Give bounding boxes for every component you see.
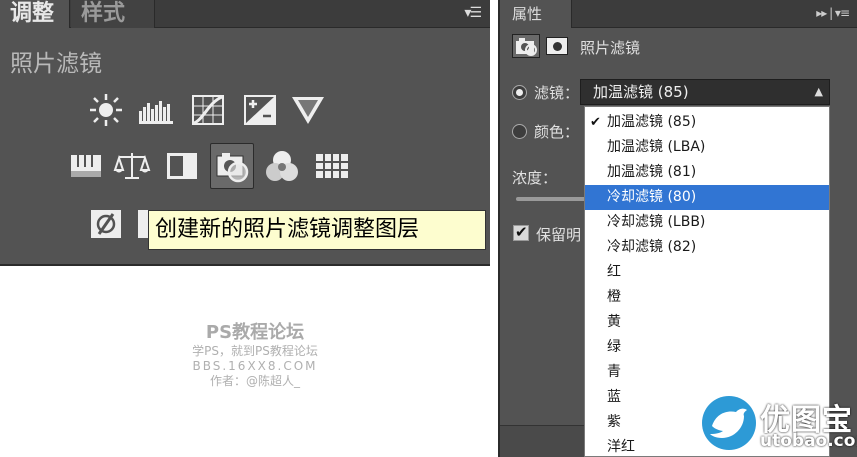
levels-icon[interactable] [136,90,176,130]
properties-panel: 属性 ▸▸ | ▾≡ 照片滤镜 滤镜： 加温滤镜 (85) ▲▼ 颜色： 浓度：… [498,0,857,457]
panel-tabbar: 调整 样式 ▾☰ [0,0,490,28]
watermark-slogan: 学PS，就到PS教程论坛 [192,344,318,358]
adjustments-panel: 调整 样式 ▾☰ 照片滤镜 创建新的照片滤镜调整图层 [0,0,490,266]
dropdown-item[interactable]: 橙 [585,285,829,310]
mask-icon[interactable] [546,37,568,55]
color-label: 颜色： [534,123,580,141]
watermark: PS教程论坛 学PS，就到PS教程论坛 BBS.16XX8.COM 作者：@陈超… [160,318,350,389]
dropdown-item[interactable]: 红 [585,260,829,285]
watermark-url: BBS.16XX8.COM [192,359,318,373]
checkmark-icon: ✔ [515,223,528,241]
curves-icon[interactable] [188,90,228,130]
dropdown-item[interactable]: 冷却滤镜 (LBB) [585,210,829,235]
dropdown-item[interactable]: 黄 [585,310,829,335]
panel-tabbar: 属性 ▸▸ | ▾≡ [500,0,857,28]
panel-title: 照片滤镜 [10,51,102,77]
filter-select[interactable]: 加温滤镜 (85) ▲▼ [580,79,830,122]
tab-adjustments[interactable]: 调整 [0,0,70,28]
density-slider[interactable] [516,197,586,201]
panel-header-label: 照片滤镜 [580,39,641,57]
density-label: 浓度： [512,169,558,187]
dropdown-item-highlighted[interactable]: 冷却滤镜 (80) [585,185,829,210]
panel-footer [500,425,584,457]
black-white-icon[interactable] [162,146,202,186]
hue-saturation-icon[interactable] [66,146,106,186]
watermark-title: PS教程论坛 [205,322,305,343]
brightness-contrast-icon[interactable] [86,90,126,130]
dropdown-item[interactable]: 绿 [585,335,829,360]
filter-select-value: 加温滤镜 (85) [593,83,689,101]
dropdown-item[interactable]: 加温滤镜 (81) [585,160,829,185]
filter-radio[interactable] [512,85,527,100]
dropdown-item[interactable]: ✔ 加温滤镜 (85) [585,110,829,135]
invert-icon[interactable] [86,204,126,244]
logo-url: utobao.com [760,431,857,451]
photo-filter-icon[interactable] [210,143,254,189]
color-lookup-icon[interactable] [312,146,352,186]
preserve-luminosity-checkbox[interactable]: ✔ [513,223,529,241]
color-radio[interactable] [512,124,527,139]
vibrance-icon[interactable] [288,90,328,130]
photo-filter-header-icon [512,34,540,58]
dropdown-item[interactable]: 冷却滤镜 (82) [585,235,829,260]
color-balance-icon[interactable] [112,146,152,186]
tab-styles[interactable]: 样式 [71,0,155,28]
panel-menu-icon[interactable]: ▾☰ [464,5,482,21]
preserve-luminosity-label: 保留明 [536,226,582,244]
tab-properties[interactable]: 属性 [500,0,572,28]
watermark-author: 作者：@陈超人_ [209,374,300,388]
filter-label: 滤镜： [534,84,580,102]
panel-menu-icon[interactable]: ▸▸ | ▾≡ [816,6,850,20]
tooltip: 创建新的照片滤镜调整图层 [148,210,486,250]
bird-logo-icon [702,396,756,450]
channel-mixer-icon[interactable] [262,146,302,186]
dropdown-item[interactable]: 青 [585,360,829,385]
dropdown-item[interactable]: 加温滤镜 (LBA) [585,135,829,160]
exposure-icon[interactable] [240,90,280,130]
checkmark-icon: ✔ [590,115,601,130]
site-logo: 优图宝 utobao.com [700,393,857,457]
